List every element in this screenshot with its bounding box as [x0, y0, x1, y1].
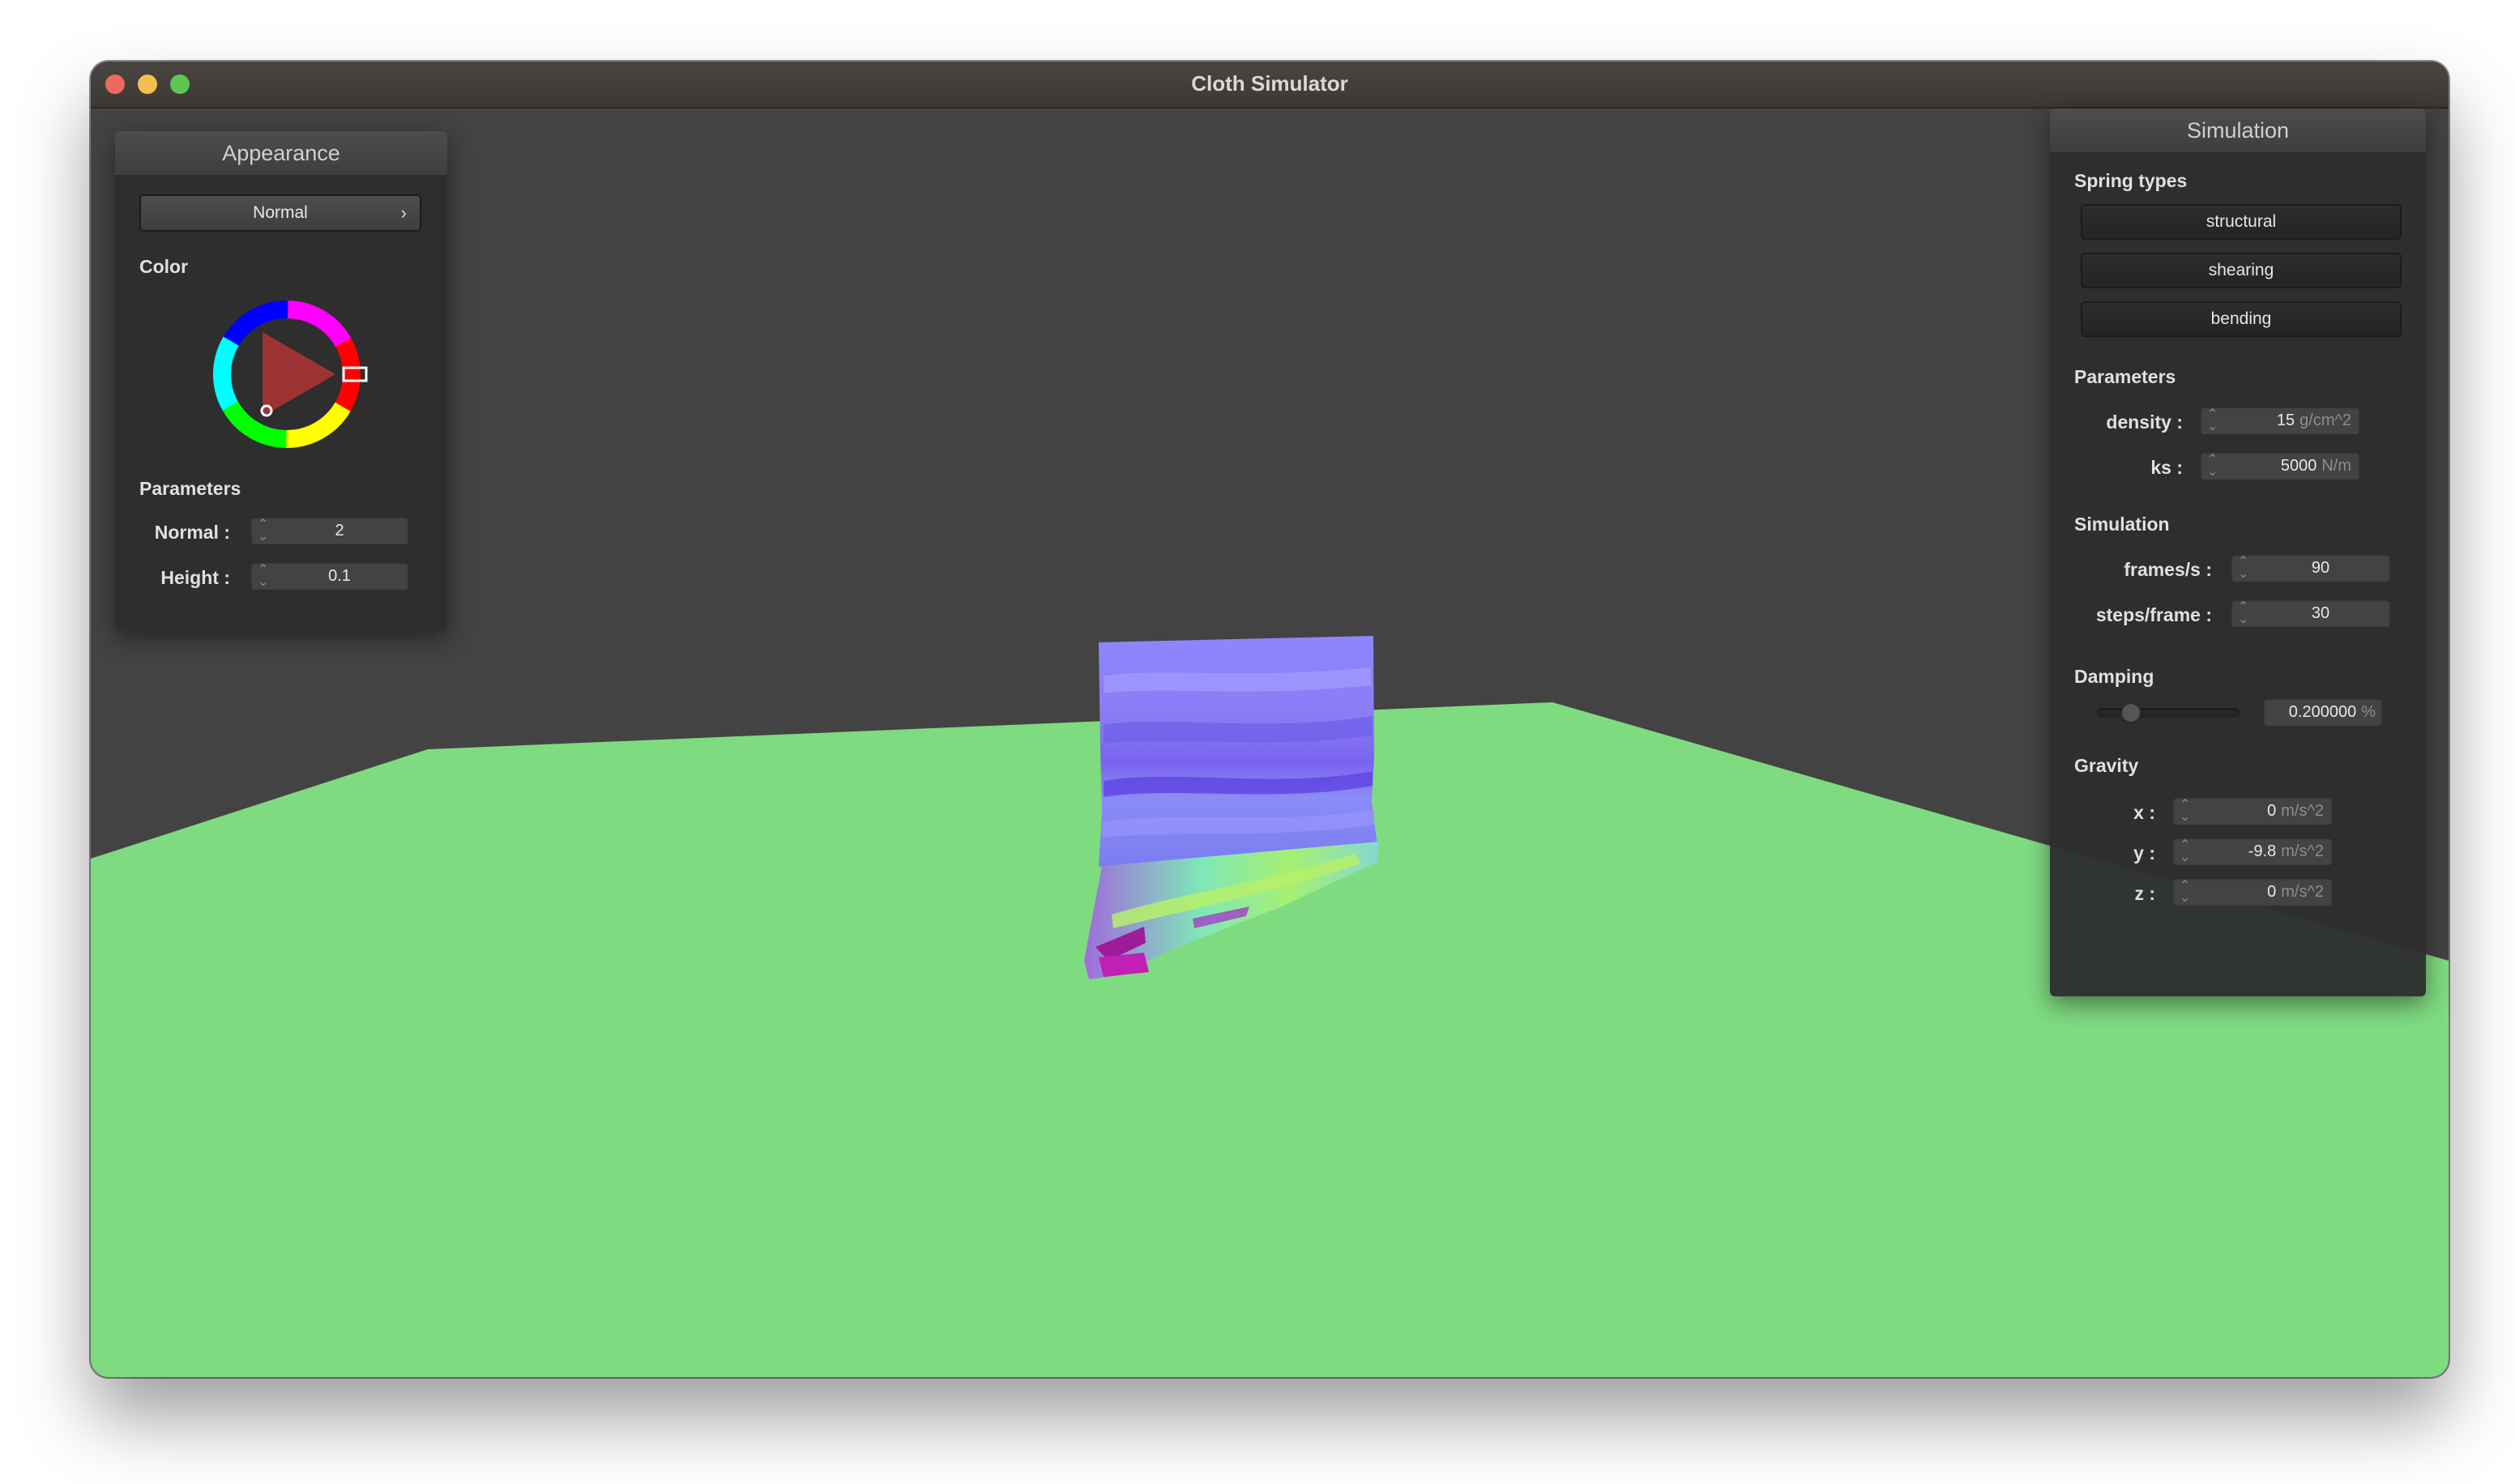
- stepper-icon[interactable]: ⌃ ⌄: [2238, 556, 2248, 581]
- stepper-icon[interactable]: ⌃ ⌄: [2180, 880, 2190, 905]
- normal-label: Normal :: [154, 522, 230, 543]
- stepper-icon[interactable]: ⌃ ⌄: [2180, 799, 2190, 824]
- appearance-parameters-label: Parameters: [139, 478, 241, 499]
- height-label: Height :: [160, 567, 230, 588]
- stepper-icon[interactable]: ⌃ ⌄: [2180, 839, 2190, 864]
- color-wheel[interactable]: [206, 293, 368, 455]
- density-label: density :: [2106, 412, 2183, 433]
- damping-slider-handle[interactable]: [2121, 704, 2140, 722]
- frames-per-second-input[interactable]: ⌃ ⌄ 90: [2231, 554, 2390, 582]
- steps-per-frame-input[interactable]: ⌃ ⌄ 30: [2231, 599, 2390, 627]
- stepper-icon[interactable]: ⌃ ⌄: [2207, 454, 2218, 479]
- sim-parameters-label: Parameters: [2074, 366, 2176, 387]
- stepper-icon[interactable]: ⌃ ⌄: [258, 518, 268, 544]
- gravity-y-input[interactable]: ⌃ ⌄ -9.8 m/s^2: [2173, 838, 2332, 865]
- stepper-icon[interactable]: ⌃ ⌄: [2238, 601, 2248, 626]
- stepper-icon[interactable]: ⌃ ⌄: [2207, 408, 2218, 433]
- damping-input[interactable]: 0.200000%: [2264, 698, 2382, 726]
- structural-spring-button[interactable]: structural: [2081, 204, 2402, 240]
- shader-dropdown[interactable]: Normal ›: [139, 194, 421, 232]
- gravity-x-label: x :: [2133, 802, 2155, 823]
- gravity-y-label: y :: [2133, 842, 2155, 864]
- simulation-section-label: Simulation: [2074, 514, 2170, 535]
- shearing-spring-button[interactable]: shearing: [2081, 253, 2402, 288]
- stepper-icon[interactable]: ⌃ ⌄: [258, 564, 268, 589]
- simulation-panel: Simulation Spring types structural shear…: [2050, 109, 2426, 996]
- shader-dropdown-value: Normal: [253, 203, 308, 222]
- chevron-right-icon: ›: [400, 203, 407, 223]
- bending-spring-button[interactable]: bending: [2081, 301, 2402, 337]
- spring-types-label: Spring types: [2074, 170, 2188, 191]
- ks-input[interactable]: ⌃ ⌄ 5000 N/m: [2201, 452, 2359, 480]
- gravity-z-input[interactable]: ⌃ ⌄ 0 m/s^2: [2173, 878, 2332, 906]
- density-input[interactable]: ⌃ ⌄ 15 g/cm^2: [2201, 407, 2359, 434]
- gravity-z-label: z :: [2134, 883, 2155, 904]
- ks-label: ks :: [2150, 457, 2183, 478]
- frames-per-second-label: frames/s :: [2124, 559, 2212, 580]
- normal-input[interactable]: ⌃ ⌄ 2: [251, 517, 408, 544]
- appearance-panel-title[interactable]: Appearance: [115, 131, 447, 177]
- color-section-label: Color: [139, 256, 189, 277]
- height-input[interactable]: ⌃ ⌄ 0.1: [251, 562, 408, 590]
- damping-slider[interactable]: [2097, 704, 2240, 722]
- damping-label: Damping: [2074, 666, 2154, 687]
- gravity-label: Gravity: [2074, 755, 2139, 776]
- appearance-panel: Appearance Normal › Color Parameters Nor…: [115, 131, 447, 630]
- app-window: Cloth Simulator Appearance Normal › Colo…: [91, 62, 2449, 1377]
- steps-per-frame-label: steps/frame :: [2095, 604, 2212, 625]
- title-bar: Cloth Simulator: [91, 62, 2449, 109]
- window-title: Cloth Simulator: [1191, 71, 1348, 96]
- gravity-x-input[interactable]: ⌃ ⌄ 0 m/s^2: [2173, 797, 2332, 825]
- simulation-panel-title[interactable]: Simulation: [2050, 109, 2426, 154]
